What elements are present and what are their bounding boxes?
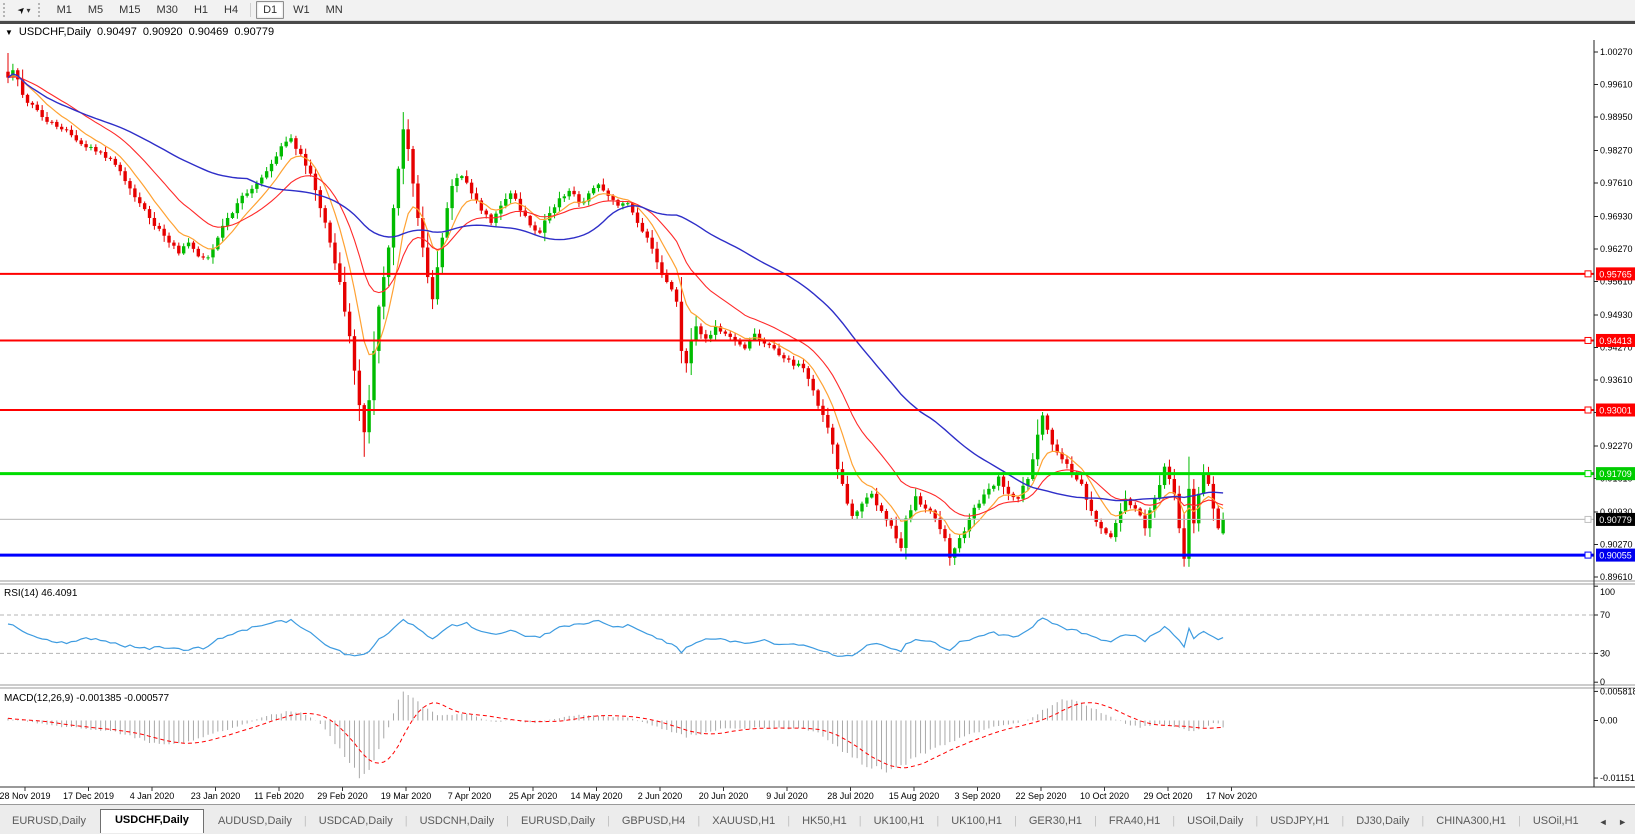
tab-uk100-h1[interactable]: UK100,H1 — [862, 811, 937, 833]
top-toolbar: ➤ ▾ M1M5M15M30H1H4D1W1MN — [0, 0, 1635, 21]
tab-usdcad-daily[interactable]: USDCAD,Daily — [307, 811, 405, 833]
svg-text:0.90270: 0.90270 — [1600, 540, 1633, 550]
tab-hk50-h1[interactable]: HK50,H1 — [790, 811, 859, 833]
ohlc-open: 0.90497 — [97, 26, 137, 38]
chart-symbol-title: USDCHF,Daily — [19, 26, 91, 38]
svg-text:0.89610: 0.89610 — [1600, 572, 1633, 582]
ohlc-close: 0.90779 — [234, 26, 274, 38]
date-label: 9 Jul 2020 — [766, 791, 808, 801]
timeframe-button-h1[interactable]: H1 — [187, 1, 215, 19]
macd-label: MACD(12,26,9) -0.001385 -0.000577 — [4, 693, 170, 704]
toolbar-grip[interactable] — [3, 3, 10, 17]
svg-text:0.96930: 0.96930 — [1600, 211, 1633, 221]
svg-text:0.98270: 0.98270 — [1600, 146, 1633, 156]
tab-gbpusd-h4[interactable]: GBPUSD,H4 — [610, 811, 698, 833]
svg-text:1.00270: 1.00270 — [1600, 47, 1633, 57]
date-label: 22 Sep 2020 — [1015, 791, 1066, 801]
date-label: 2 Jun 2020 — [638, 791, 683, 801]
tab-usdjpy-h1[interactable]: USDJPY,H1 — [1258, 811, 1341, 833]
price-badge-text: 0.94413 — [1599, 336, 1632, 346]
price-badge-text: 0.90055 — [1599, 551, 1632, 561]
date-label: 28 Jul 2020 — [827, 791, 874, 801]
timeframe-buttons: M1M5M15M30H1H4 D1W1MN — [49, 0, 351, 20]
timeframe-button-m15[interactable]: M15 — [112, 1, 147, 19]
tab-xauusd-h1[interactable]: XAUUSD,H1 — [700, 811, 787, 833]
tab-eurusd-daily[interactable]: EURUSD,Daily — [0, 811, 98, 833]
tab-audusd-daily[interactable]: AUDUSD,Daily — [206, 811, 304, 833]
timeframe-button-h4[interactable]: H4 — [217, 1, 245, 19]
price-badge-text: 0.93001 — [1599, 405, 1632, 415]
price-badge-text: 0.91709 — [1599, 469, 1632, 479]
svg-text:-0.01151: -0.01151 — [1600, 773, 1635, 783]
tab-uk100-h1[interactable]: UK100,H1 — [939, 811, 1014, 833]
ohlc-low: 0.90469 — [189, 26, 229, 38]
price-badge-text: 0.90779 — [1599, 515, 1632, 525]
date-label: 7 Apr 2020 — [448, 791, 492, 801]
tab-scroll-arrows[interactable]: ◄ ► — [1599, 817, 1631, 827]
timeframe-button-m1[interactable]: M1 — [50, 1, 79, 19]
svg-text:0.00: 0.00 — [1600, 716, 1618, 726]
chart-tabs-bar: EURUSD,DailyUSDCHF,DailyAUDUSD,Daily|USD… — [0, 804, 1635, 833]
tab-dj30-daily[interactable]: DJ30,Daily — [1344, 811, 1421, 833]
svg-text:0.94930: 0.94930 — [1600, 310, 1633, 320]
tab-usoil-daily[interactable]: USOil,Daily — [1175, 811, 1255, 833]
svg-text:0.92270: 0.92270 — [1600, 441, 1633, 451]
date-label: 11 Feb 2020 — [254, 791, 304, 801]
date-label: 10 Oct 2020 — [1080, 791, 1129, 801]
date-label: 19 Mar 2020 — [381, 791, 432, 801]
timeframe-button-m5[interactable]: M5 — [81, 1, 110, 19]
date-label: 17 Dec 2019 — [63, 791, 114, 801]
date-label: 29 Feb 2020 — [317, 791, 368, 801]
svg-text:100: 100 — [1600, 587, 1615, 597]
date-label: 29 Oct 2020 — [1143, 791, 1192, 801]
tab-china300-h1[interactable]: CHINA300,H1 — [1424, 811, 1518, 833]
level-marker — [1585, 271, 1591, 277]
timeframe-button-d1[interactable]: D1 — [256, 1, 284, 19]
svg-text:0.98950: 0.98950 — [1600, 112, 1633, 122]
level-marker — [1585, 552, 1591, 558]
date-label: 20 Jun 2020 — [699, 791, 749, 801]
price-badge-text: 0.95765 — [1599, 269, 1632, 279]
toolbar-grip-2[interactable] — [38, 3, 45, 17]
svg-text:0.97610: 0.97610 — [1600, 178, 1633, 188]
rsi-label: RSI(14) 46.4091 — [4, 588, 78, 599]
svg-text:0.005818: 0.005818 — [1600, 686, 1635, 696]
tab-eurusd-daily[interactable]: EURUSD,Daily — [509, 811, 607, 833]
date-label: 25 Apr 2020 — [509, 791, 558, 801]
tab-usdchf-daily[interactable]: USDCHF,Daily — [100, 809, 204, 833]
svg-text:70: 70 — [1600, 610, 1610, 620]
tab-usoil-h1[interactable]: USOil,H1 — [1521, 811, 1591, 833]
ohlc-high: 0.90920 — [143, 26, 183, 38]
timeframe-button-w1[interactable]: W1 — [286, 1, 317, 19]
chart-title-bar: ▼ USDCHF,Daily 0.90497 0.90920 0.90469 0… — [0, 24, 1635, 40]
tab-usdcnh-daily[interactable]: USDCNH,Daily — [408, 811, 507, 833]
date-label: 28 Nov 2019 — [0, 791, 51, 801]
svg-text:0.96270: 0.96270 — [1600, 244, 1633, 254]
chart-window: ▼ USDCHF,Daily 0.90497 0.90920 0.90469 0… — [0, 21, 1635, 834]
level-marker — [1585, 516, 1591, 522]
collapse-arrow-icon[interactable]: ▼ — [5, 28, 13, 37]
date-label: 4 Jan 2020 — [130, 791, 175, 801]
level-marker — [1585, 407, 1591, 413]
level-marker — [1585, 337, 1591, 343]
date-label: 15 Aug 2020 — [889, 791, 940, 801]
date-label: 23 Jan 2020 — [191, 791, 241, 801]
tab-ger30-h1[interactable]: GER30,H1 — [1017, 811, 1094, 833]
svg-text:30: 30 — [1600, 648, 1610, 658]
date-label: 3 Sep 2020 — [954, 791, 1000, 801]
date-label: 14 May 2020 — [570, 791, 622, 801]
tab-fra40-h1[interactable]: FRA40,H1 — [1097, 811, 1172, 833]
toolbar-separator — [250, 3, 251, 17]
svg-text:0.99610: 0.99610 — [1600, 80, 1633, 90]
svg-text:0.93610: 0.93610 — [1600, 375, 1633, 385]
chart-canvas[interactable]: RSI(14) 46.4091 MACD(12,26,9) -0.001385 -… — [0, 40, 1635, 804]
timeframe-button-mn[interactable]: MN — [319, 1, 350, 19]
timeframe-button-m30[interactable]: M30 — [150, 1, 185, 19]
date-label: 17 Nov 2020 — [1206, 791, 1257, 801]
level-marker — [1585, 471, 1591, 477]
